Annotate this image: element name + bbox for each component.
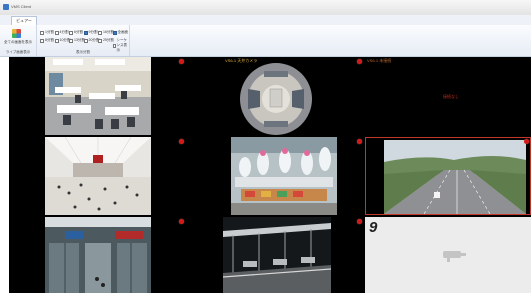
title-bar: VMS Client xyxy=(0,0,531,16)
camera-placeholder-icon xyxy=(443,251,466,262)
checkbox-box[interactable] xyxy=(112,43,116,48)
checkbox-box[interactable] xyxy=(98,38,102,43)
ribbon-group-split: 1分割 4分割 6分割 9分割 16分割 全画面 8分割 10分割 13分割 20分割 25分割シ… xyxy=(37,25,130,56)
checkbox-label: 4分割 xyxy=(59,30,69,34)
camera-feed-concourse xyxy=(45,137,151,215)
camera-cell-3[interactable]: VS6-1 未接続 接続なし xyxy=(365,57,531,135)
camera-feed-station xyxy=(45,217,151,293)
checkbox-box[interactable] xyxy=(69,38,73,43)
grid-view-icon xyxy=(12,29,21,38)
camera-feed-fisheye xyxy=(240,63,312,135)
ribbon: 全ての画面を表示 ライブ画面表示 1分割 4分割 6分割 9分割 16分割 全画面 8分割… xyxy=(0,25,531,57)
status-dot xyxy=(357,59,362,64)
status-dot xyxy=(179,59,184,64)
split-option-checkbox[interactable]: 9分割 xyxy=(83,30,98,35)
split-option-checkbox[interactable]: 全画面 xyxy=(112,30,129,35)
status-dot xyxy=(179,139,184,144)
show-all-button[interactable]: 全ての画面を表示 xyxy=(2,40,34,45)
camera-cell-7[interactable] xyxy=(9,217,186,293)
split-option-checkbox[interactable]: 4分割 xyxy=(54,30,69,35)
split-option-checkbox[interactable]: 1分割 xyxy=(40,30,54,35)
window-title: VMS Client xyxy=(11,4,32,9)
checkbox-label: 6分割 xyxy=(74,30,83,34)
camera-feed-office xyxy=(45,57,151,135)
checkbox-box[interactable] xyxy=(112,30,117,35)
camera-label-3: VS6-1 未接続 xyxy=(367,58,392,63)
split-option-checkbox[interactable]: 6分割 xyxy=(69,30,83,35)
camera-cell-8[interactable] xyxy=(187,217,364,293)
no-signal-text: 接続なし xyxy=(443,94,459,99)
checkbox-box[interactable] xyxy=(54,38,59,43)
camera-cell-2[interactable]: VS6-1 天井カメラ xyxy=(187,57,364,135)
group-label-live: ライブ画面表示 xyxy=(5,50,31,54)
status-dot xyxy=(357,139,362,144)
cell-number: 9 xyxy=(369,219,378,236)
checkbox-box[interactable] xyxy=(69,30,73,35)
camera-cell-5[interactable] xyxy=(187,137,364,215)
checkbox-label: 全画面 xyxy=(117,30,129,34)
ribbon-group-live: 全ての画面を表示 ライブ画面表示 xyxy=(0,25,37,56)
checkbox-box[interactable] xyxy=(98,30,102,35)
group-label-split: 表示分割 xyxy=(76,50,90,54)
camera-cell-6[interactable] xyxy=(365,137,531,215)
camera-feed-highway xyxy=(384,140,526,214)
checkbox-box[interactable] xyxy=(83,38,88,43)
camera-cell-1[interactable] xyxy=(9,57,186,135)
status-dot xyxy=(357,219,362,224)
camera-feed-factory xyxy=(231,137,337,215)
app-icon xyxy=(3,4,9,10)
tab-viewer[interactable]: ビュアー xyxy=(11,16,37,25)
checkbox-box[interactable] xyxy=(83,30,88,35)
status-dot xyxy=(179,219,184,224)
checkbox-box[interactable] xyxy=(54,30,59,35)
checkbox-box[interactable] xyxy=(40,30,44,35)
checkbox-label: 1分割 xyxy=(45,30,54,34)
checkbox-box[interactable] xyxy=(40,38,44,43)
camera-cell-9[interactable]: 9 xyxy=(365,217,531,293)
status-dot xyxy=(524,139,529,144)
camera-cell-4[interactable] xyxy=(9,137,186,215)
camera-grid: VS6-1 天井カメラ VS6-1 未接続 接続なし 9 xyxy=(9,57,531,293)
checkbox-label: 8分割 xyxy=(45,38,54,42)
camera-feed-platform xyxy=(223,217,331,293)
split-option-checkbox[interactable]: 8分割 xyxy=(40,38,54,43)
checkbox-label: 9分割 xyxy=(88,30,98,34)
